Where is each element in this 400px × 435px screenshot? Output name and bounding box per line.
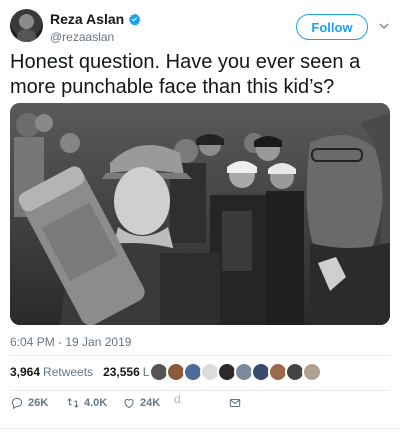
author-display-name[interactable]: Reza Aslan: [50, 11, 124, 27]
liker-avatars: [149, 362, 322, 382]
heart-icon: [124, 399, 134, 409]
like-button[interactable]: 24K: [122, 396, 160, 410]
like-count[interactable]: 23,556: [103, 365, 140, 379]
divider: [0, 428, 400, 429]
retweet-count[interactable]: 3,964: [10, 365, 40, 379]
retweet-action-count: 4.0K: [84, 397, 108, 409]
verified-badge-icon: [128, 13, 141, 26]
retweet-button[interactable]: 4.0K: [66, 396, 107, 410]
divider: [10, 390, 390, 391]
tweet-timestamp[interactable]: 6:04 PM - 19 Jan 2019: [10, 335, 131, 349]
reply-icon: [11, 397, 23, 410]
divider: [10, 355, 390, 356]
reply-button[interactable]: 26K: [10, 396, 48, 410]
envelope-icon: [229, 398, 241, 408]
chevron-down-icon[interactable]: [378, 20, 390, 32]
author-name-row: Reza Aslan: [50, 11, 141, 27]
direct-message-button[interactable]: [228, 396, 242, 410]
retweet-icon: [67, 398, 79, 408]
reply-count: 26K: [28, 397, 49, 409]
retweets-label[interactable]: Retweets: [43, 365, 93, 379]
like-action-count: 24K: [140, 397, 161, 409]
liker-avatar[interactable]: [302, 362, 322, 382]
follow-button[interactable]: Follow: [296, 14, 368, 40]
stray-character: d: [174, 392, 181, 406]
author-handle[interactable]: @rezaaslan: [50, 30, 114, 44]
tweet-card: Reza Aslan @rezaaslan Follow Honest ques…: [0, 0, 400, 435]
tweet-text: Honest question. Have you ever seen a mo…: [10, 51, 361, 98]
crowd-photo-image: [10, 103, 390, 325]
author-avatar[interactable]: [10, 9, 43, 42]
tweet-photo[interactable]: [10, 103, 390, 325]
